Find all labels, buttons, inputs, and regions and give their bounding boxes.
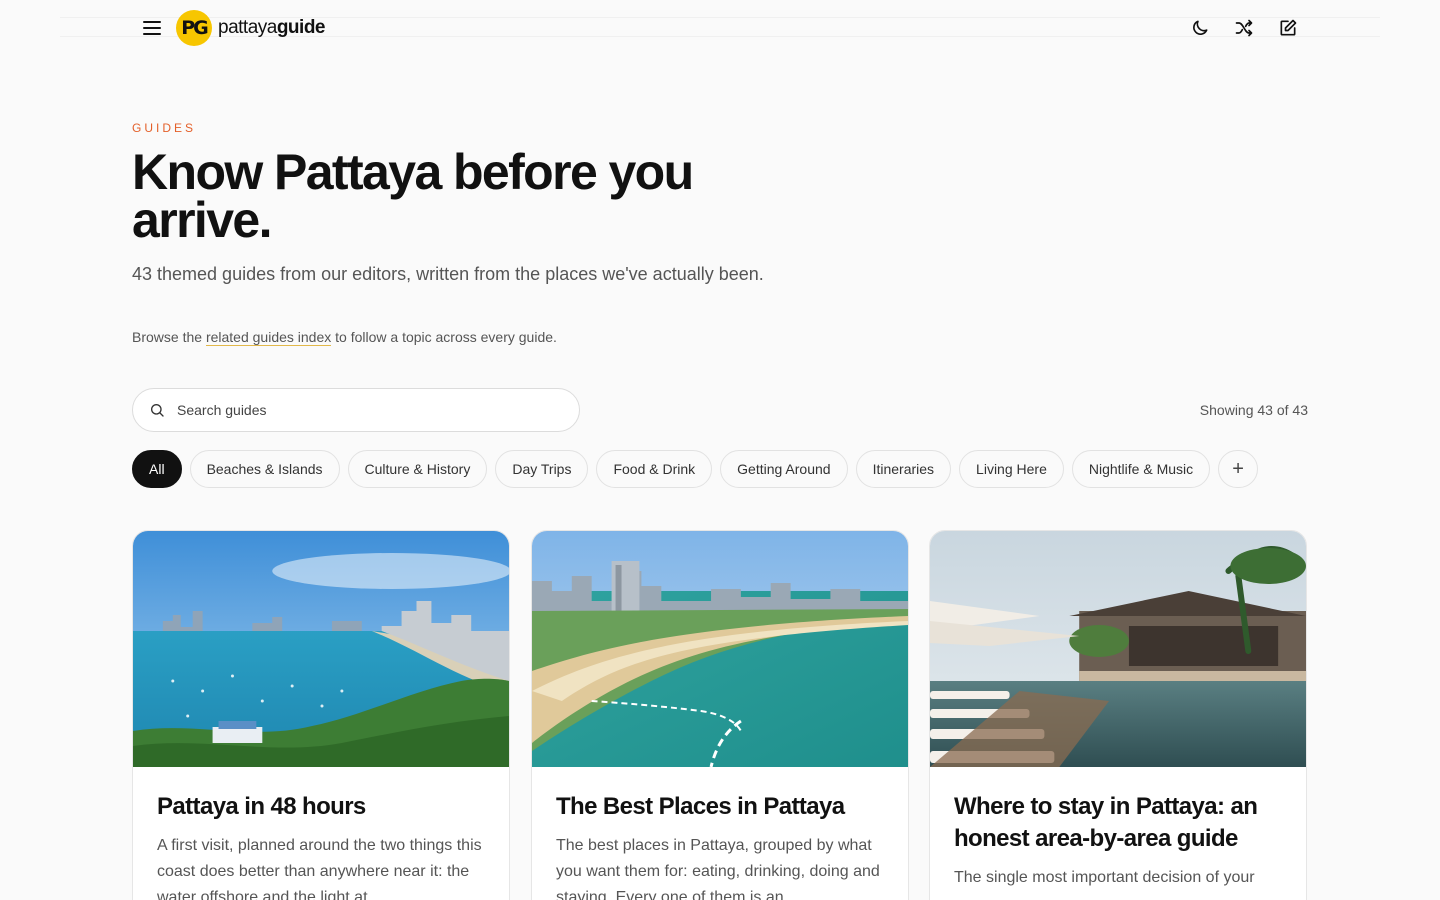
section-eyebrow: GUIDES xyxy=(132,121,197,135)
logo-text: pattayaguide xyxy=(218,17,326,39)
guide-card[interactable]: Pattaya in 48 hours A first visit, plann… xyxy=(132,530,510,900)
page-subtitle: 43 themed guides from our editors, writt… xyxy=(132,264,764,284)
hero-note-prefix: Browse the xyxy=(132,329,206,345)
filter-chip-all[interactable]: All xyxy=(132,450,182,488)
moon-icon xyxy=(1193,20,1208,35)
shuffle-icon xyxy=(1235,19,1253,37)
edit-button[interactable] xyxy=(1276,16,1300,40)
card-description: The best places in Pattaya, grouped by w… xyxy=(556,837,880,900)
hero-note: Browse the related guides index to follo… xyxy=(132,329,557,346)
menu-button[interactable] xyxy=(140,16,164,40)
filter-chip-nightlife-music[interactable]: Nightlife & Music xyxy=(1071,450,1211,488)
card-description: The single most important decision of yo… xyxy=(954,869,1255,886)
edit-icon xyxy=(1280,19,1297,36)
filter-chip-getting-around[interactable]: Getting Around xyxy=(720,450,848,488)
guide-card[interactable]: The Best Places in Pattaya The best plac… xyxy=(531,530,909,900)
shuffle-button[interactable] xyxy=(1232,16,1256,40)
search-box[interactable] xyxy=(132,388,580,432)
category-filters: All Beaches & Islands Culture & History … xyxy=(132,450,1259,488)
logo-text-light: pattaya xyxy=(218,17,277,38)
dark-mode-button[interactable] xyxy=(1188,16,1212,40)
filter-chip-beaches-islands[interactable]: Beaches & Islands xyxy=(189,450,340,488)
card-title: Where to stay in Pattaya: an honest area… xyxy=(954,793,1258,852)
top-bar: PG pattayaguide xyxy=(0,0,1440,56)
card-title: Pattaya in 48 hours xyxy=(157,793,366,820)
filter-chip-itineraries[interactable]: Itineraries xyxy=(855,450,952,488)
hamburger-icon xyxy=(143,21,161,35)
hero-note-suffix: to follow a topic across every guide. xyxy=(331,329,557,345)
more-filters-button[interactable]: + xyxy=(1218,450,1259,488)
results-count: Showing 43 of 43 xyxy=(1199,402,1308,418)
card-image-beach-aerial xyxy=(532,531,908,767)
guide-card[interactable]: Where to stay in Pattaya: an honest area… xyxy=(929,530,1307,900)
filter-chip-day-trips[interactable]: Day Trips xyxy=(495,450,589,488)
card-image-resort-pool xyxy=(930,531,1306,767)
card-image-bay-view xyxy=(133,531,509,767)
card-title: The Best Places in Pattaya xyxy=(556,793,845,820)
logo-text-bold: guide xyxy=(276,17,326,38)
site-logo[interactable]: PG pattayaguide xyxy=(176,10,326,46)
card-description: A first visit, planned around the two th… xyxy=(157,837,482,900)
search-input[interactable] xyxy=(177,402,537,418)
filter-chip-food-drink[interactable]: Food & Drink xyxy=(596,450,713,488)
filter-chip-living-here[interactable]: Living Here xyxy=(959,450,1064,488)
logo-mark: PG xyxy=(176,10,212,46)
page-title: Know Pattaya before you arrive. xyxy=(132,144,694,248)
filter-chip-culture-history[interactable]: Culture & History xyxy=(347,450,488,488)
search-icon xyxy=(151,404,164,417)
related-guides-link[interactable]: related guides index xyxy=(205,329,332,346)
